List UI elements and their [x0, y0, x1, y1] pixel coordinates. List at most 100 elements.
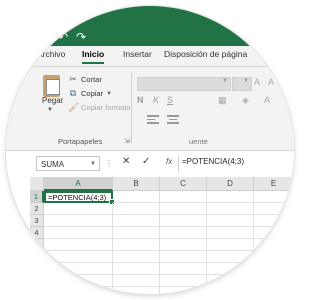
grid-cell[interactable] [44, 215, 113, 227]
grid-cell[interactable] [254, 287, 294, 294]
row-header[interactable]: 2 [30, 203, 44, 215]
name-box[interactable]: SUMA ▼ [36, 156, 100, 171]
column-header-c[interactable]: C [160, 177, 207, 191]
grid-cell[interactable] [160, 275, 207, 287]
select-all-corner[interactable] [30, 177, 44, 191]
shrink-font-icon[interactable]: A [268, 77, 274, 87]
active-cell-a1[interactable]: =POTENCIA(4;3) [44, 191, 113, 203]
grid-cell[interactable] [113, 275, 160, 287]
row-header[interactable]: 1 [30, 191, 44, 203]
grid-cell[interactable] [207, 251, 254, 263]
grid-cell[interactable] [207, 227, 254, 239]
name-box-dropdown-icon[interactable]: ▼ [90, 157, 96, 172]
column-header-b[interactable]: B [113, 177, 160, 191]
row-header[interactable]: 3 [30, 215, 44, 227]
grid-cell[interactable] [44, 203, 113, 215]
grow-font-icon[interactable]: A [254, 77, 260, 87]
grid-cell[interactable] [113, 263, 160, 275]
grid-cell[interactable] [254, 227, 294, 239]
column-header-d[interactable]: D [207, 177, 254, 191]
grid-cell[interactable] [254, 215, 294, 227]
borders-icon[interactable]: ▦ [218, 95, 227, 106]
formula-bar-grip[interactable]: ⋮ [105, 159, 113, 168]
grid-cell[interactable] [113, 215, 160, 227]
grid-cell[interactable] [44, 239, 113, 251]
clipboard-group-label: Portapapeles [58, 137, 103, 146]
grid-cell[interactable] [113, 239, 160, 251]
align-left-icon[interactable] [146, 113, 160, 125]
italic-icon[interactable]: K [153, 95, 159, 105]
magnifier-circle: ↶ ↷ Archivo Inicio Insertar Disposición … [6, 6, 294, 294]
grid-cell[interactable] [160, 215, 207, 227]
font-name-box[interactable]: ▼ [137, 77, 231, 91]
grid-cell[interactable] [254, 191, 294, 203]
grid-cell[interactable] [207, 287, 254, 294]
cut-button[interactable]: ✂ Cortar [68, 74, 102, 85]
fill-color-icon[interactable]: ◈ [242, 95, 249, 106]
paste-label: Pegar [42, 96, 64, 105]
ribbon-home: Pegar ▼ ✂ Cortar ⧉ Copiar ▼ 🖌 Copiar for… [6, 67, 294, 151]
grid-cell[interactable] [160, 227, 207, 239]
font-size-box[interactable]: ▼ [232, 77, 252, 91]
grid-cell[interactable] [160, 287, 207, 294]
tab-archivo[interactable]: Archivo [37, 49, 65, 59]
tab-disposicion-pagina[interactable]: Disposición de página [164, 49, 247, 59]
grid-cell[interactable] [254, 275, 294, 287]
clipboard-launcher-icon[interactable]: ⇲ [124, 137, 130, 145]
grid-cell[interactable] [113, 251, 160, 263]
font-color-icon[interactable]: A [264, 95, 270, 105]
column-header-e[interactable]: E [254, 177, 294, 191]
bold-icon[interactable]: N [137, 95, 144, 105]
row-header[interactable]: 4 [30, 227, 44, 239]
group-divider [131, 73, 132, 143]
grid-cell[interactable] [160, 203, 207, 215]
grid-cell[interactable] [254, 251, 294, 263]
undo-icon[interactable]: ↶ [58, 30, 68, 44]
row-header[interactable]: 7 [30, 263, 44, 275]
tab-insertar[interactable]: Insertar [123, 49, 152, 59]
copy-label: Copiar [81, 89, 104, 98]
grid-cell[interactable] [113, 287, 160, 294]
grid-cell[interactable] [254, 239, 294, 251]
grid-cell[interactable] [254, 203, 294, 215]
grid-cell[interactable] [113, 227, 160, 239]
grid-cell[interactable] [207, 263, 254, 275]
row-header[interactable]: 9 [30, 287, 44, 294]
cancel-icon[interactable]: ✕ [122, 156, 130, 167]
format-painter-button[interactable]: 🖌 Copiar formato [68, 102, 131, 113]
grid-cell[interactable] [44, 251, 113, 263]
grid-cell[interactable] [207, 215, 254, 227]
formula-input[interactable]: =POTENCIA(4;3) [182, 157, 244, 166]
name-box-value: SUMA [41, 160, 65, 169]
grid-cell[interactable] [207, 191, 254, 203]
paste-button[interactable] [40, 73, 64, 111]
row-header[interactable]: 5 [30, 239, 44, 251]
row-header[interactable]: 6 [30, 251, 44, 263]
align-center-icon[interactable] [166, 113, 180, 125]
grid-cell[interactable] [160, 239, 207, 251]
grid-cell[interactable] [44, 263, 113, 275]
row-header[interactable]: 8 [30, 275, 44, 287]
grid-cell[interactable] [207, 275, 254, 287]
grid-cell[interactable] [254, 263, 294, 275]
grid-cell[interactable] [44, 275, 113, 287]
function-icon[interactable]: fx [166, 157, 172, 166]
grid-cell[interactable] [207, 239, 254, 251]
column-header-a[interactable]: A [44, 177, 113, 191]
grid-cell[interactable] [44, 227, 113, 239]
grid-cell[interactable] [160, 191, 207, 203]
title-bar: ↶ ↷ [6, 6, 294, 46]
grid-cell[interactable] [113, 191, 160, 203]
grid-cell[interactable] [160, 263, 207, 275]
grid-cell[interactable] [207, 203, 254, 215]
redo-icon[interactable]: ↷ [76, 30, 86, 44]
grid-cell[interactable] [160, 251, 207, 263]
confirm-icon[interactable]: ✓ [142, 156, 150, 167]
copy-dropdown-icon[interactable]: ▼ [106, 91, 112, 97]
tab-inicio[interactable]: Inicio [82, 49, 105, 64]
grid-cell[interactable] [44, 287, 113, 294]
copy-button[interactable]: ⧉ Copiar ▼ [68, 88, 112, 99]
grid-cell[interactable] [113, 203, 160, 215]
underline-icon[interactable]: S [167, 95, 173, 105]
paste-dropdown-icon[interactable]: ▼ [47, 107, 53, 113]
